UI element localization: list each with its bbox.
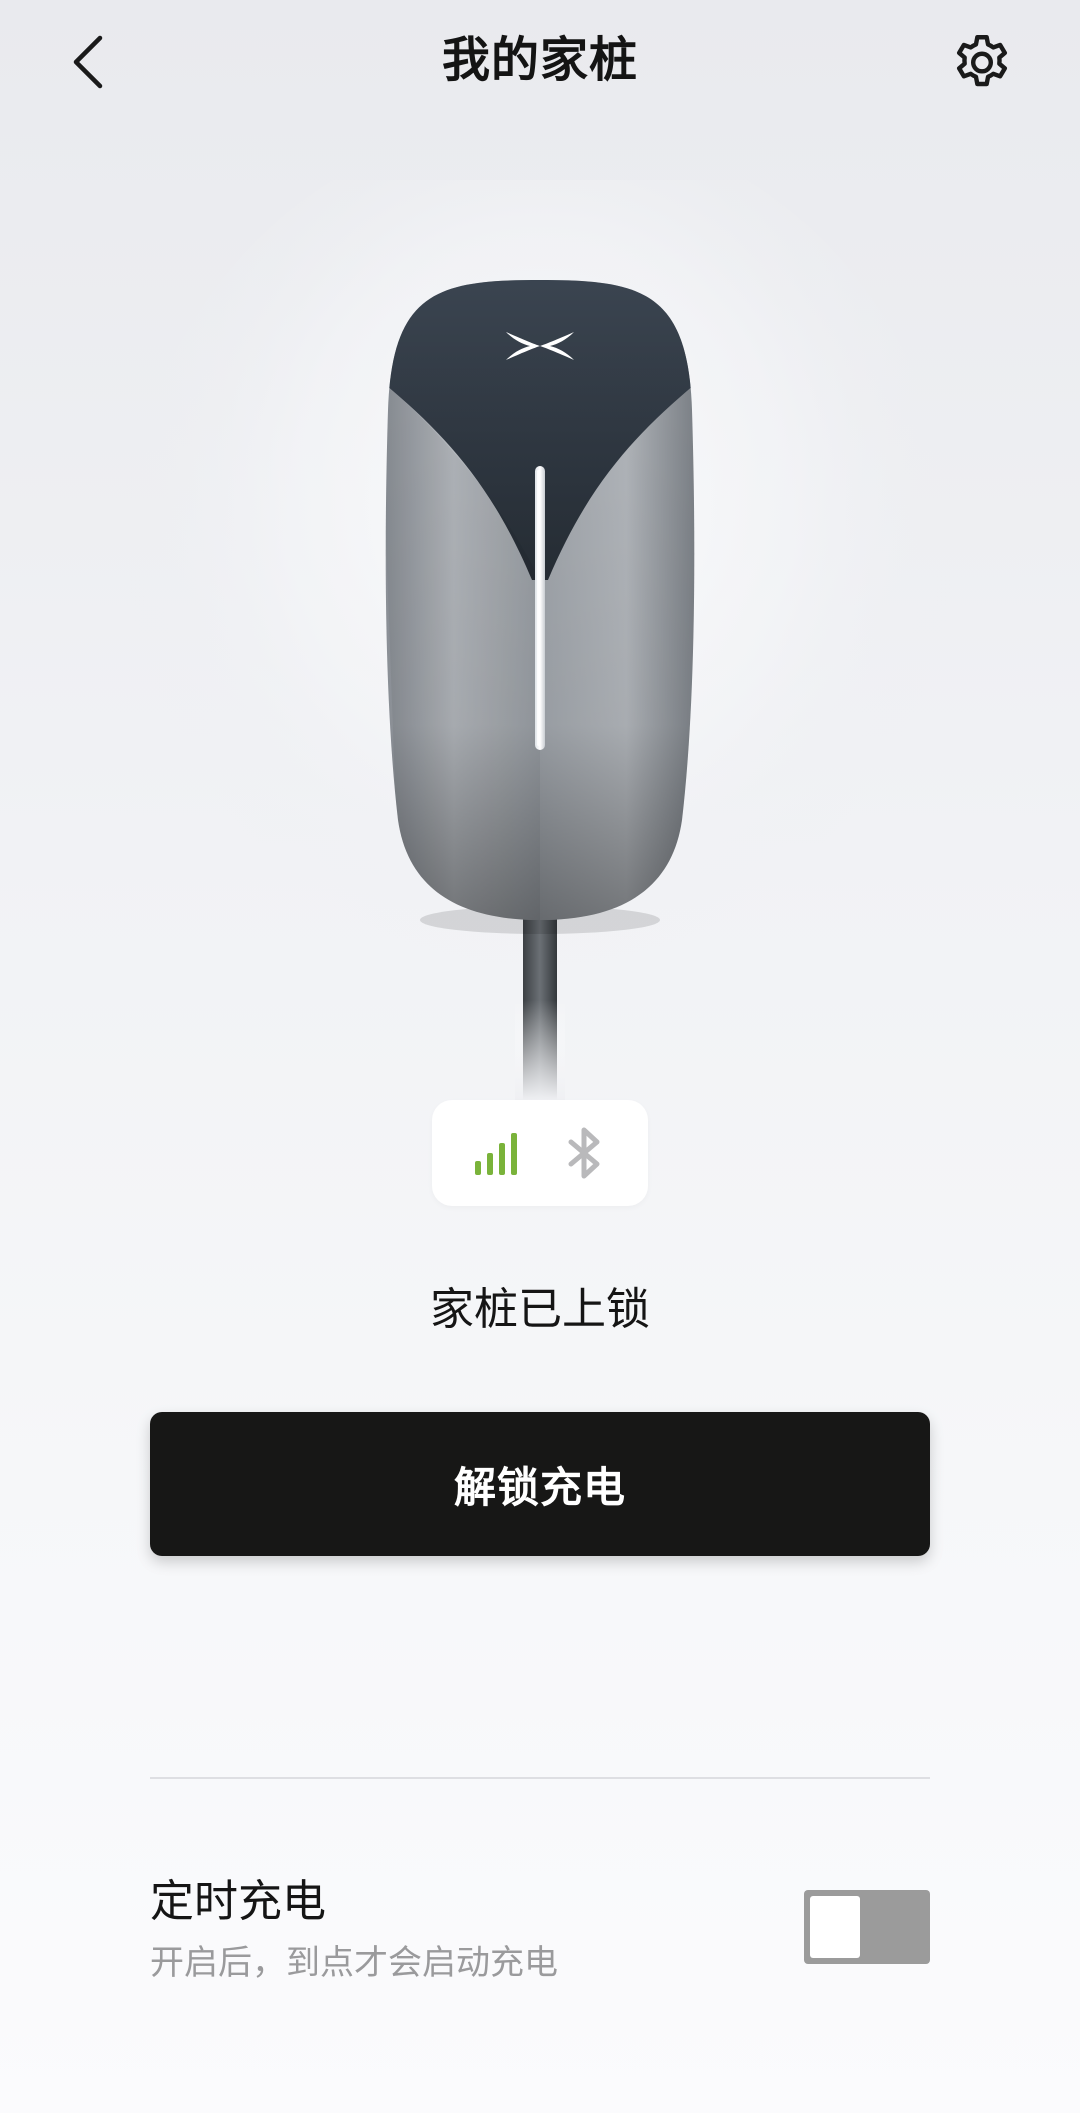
bluetooth-icon xyxy=(568,1127,600,1179)
unlock-charging-button[interactable]: 解锁充电 xyxy=(150,1412,930,1556)
page-title: 我的家桩 xyxy=(441,32,638,88)
header-bar: 我的家桩 xyxy=(0,0,1080,124)
scheduled-charging-title: 定时充电 xyxy=(150,1876,326,1927)
signal-bars-icon xyxy=(474,1133,517,1175)
lock-status-text: 家桩已上锁 xyxy=(430,1284,650,1335)
toggle-knob xyxy=(810,1896,860,1958)
charger-image xyxy=(0,120,1080,1100)
gear-icon xyxy=(956,35,1008,87)
connection-status-pill xyxy=(432,1100,648,1206)
settings-button[interactable] xyxy=(944,24,1020,100)
scheduled-charging-toggle[interactable] xyxy=(804,1890,930,1964)
divider xyxy=(150,1777,930,1779)
scheduled-charging-subtitle: 开启后，到点才会启动充电 xyxy=(150,1943,558,1983)
